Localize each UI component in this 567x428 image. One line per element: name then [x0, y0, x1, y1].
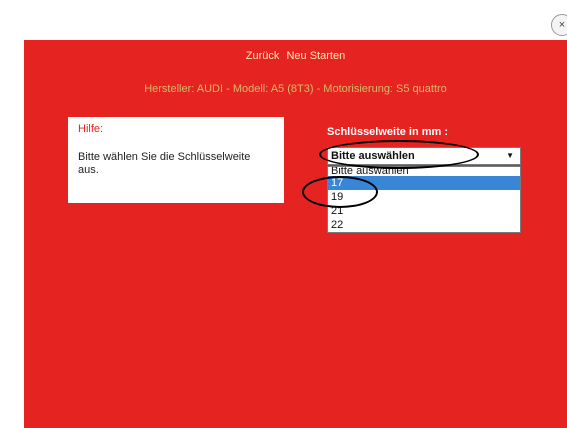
close-icon[interactable]: × [551, 14, 567, 36]
dropdown-option-22[interactable]: 22 [328, 218, 520, 232]
back-link[interactable]: Zurück [246, 50, 280, 62]
vehicle-subtitle: Hersteller: AUDI - Modell: A5 (8T3) - Mo… [144, 83, 447, 95]
window-topbar: × [0, 0, 567, 40]
wrench-size-label: Schlüsselweite in mm : [327, 126, 449, 138]
dropdown-option-19[interactable]: 19 [328, 190, 520, 204]
select-current-value: Bitte auswählen [331, 150, 415, 162]
wrench-size-select[interactable]: Bitte auswählen ▼ [327, 147, 521, 165]
help-title: Hilfe: [78, 123, 104, 135]
help-text: Bitte wählen Sie die Schlüsselweite aus. [78, 151, 251, 176]
dropdown-option-17[interactable]: 17 [328, 176, 520, 190]
wrench-size-dropdown: Bitte auswählen 17 19 21 22 [327, 166, 521, 233]
restart-link[interactable]: Neu Starten [286, 50, 345, 62]
dropdown-option-placeholder[interactable]: Bitte auswählen [328, 167, 520, 176]
configurator-panel: Zurück Neu Starten Hersteller: AUDI - Mo… [24, 40, 567, 428]
chevron-down-icon: ▼ [506, 151, 514, 160]
help-box: Hilfe: Bitte wählen Sie die Schlüsselwei… [68, 117, 284, 203]
dropdown-option-21[interactable]: 21 [328, 204, 520, 218]
nav-links: Zurück Neu Starten [24, 50, 567, 62]
